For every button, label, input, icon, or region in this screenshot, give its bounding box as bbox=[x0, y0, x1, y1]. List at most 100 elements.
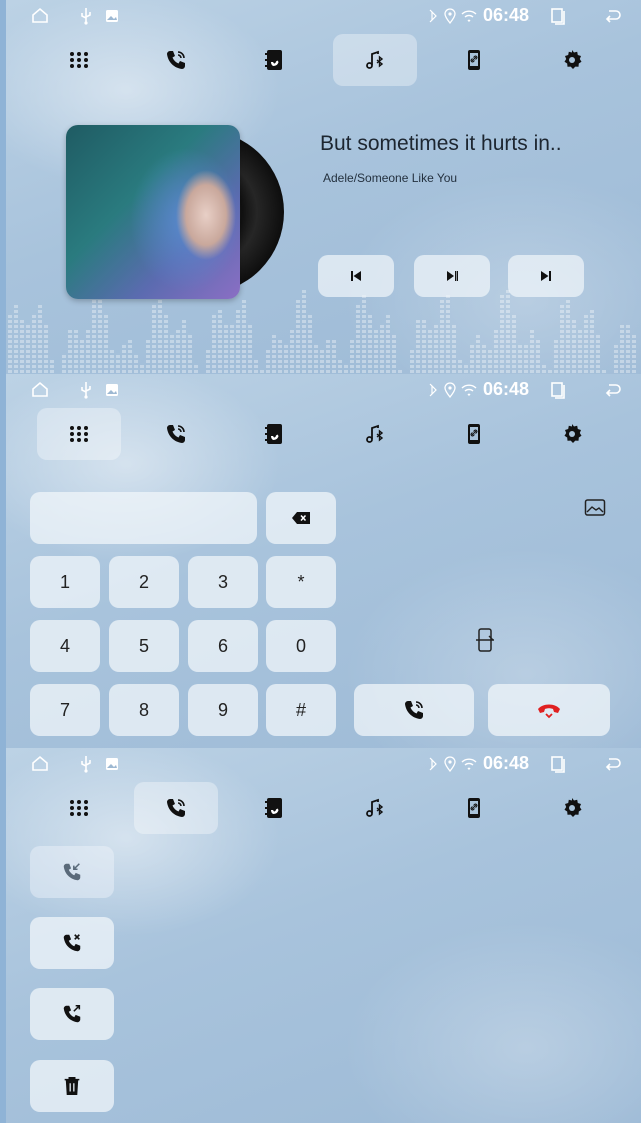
phone-link-icon bbox=[468, 424, 480, 444]
gallery-icon bbox=[106, 758, 118, 770]
dial-number-field[interactable] bbox=[30, 492, 257, 544]
previous-button[interactable] bbox=[318, 255, 394, 297]
key-6[interactable]: 6 bbox=[188, 620, 258, 672]
bluetooth-music-icon bbox=[366, 798, 384, 817]
contacts-book-icon bbox=[265, 50, 282, 70]
previous-icon bbox=[351, 271, 361, 281]
backspace-icon bbox=[292, 512, 310, 524]
tab-phone-link[interactable] bbox=[432, 34, 516, 86]
play-pause-button[interactable] bbox=[414, 255, 490, 297]
hang-up-button[interactable] bbox=[488, 684, 610, 736]
back-icon[interactable] bbox=[603, 380, 623, 400]
key-1[interactable]: 1 bbox=[30, 556, 100, 608]
gallery-icon bbox=[106, 384, 118, 396]
top-nav bbox=[6, 34, 641, 86]
missed-call-icon bbox=[63, 934, 81, 952]
gear-icon bbox=[564, 798, 582, 817]
equalizer-visualizer bbox=[8, 290, 636, 373]
key-7[interactable]: 7 bbox=[30, 684, 100, 736]
tab-dialpad[interactable] bbox=[37, 782, 121, 834]
key-3[interactable]: 3 bbox=[188, 556, 258, 608]
album-art bbox=[66, 125, 240, 299]
connectivity-icons bbox=[429, 382, 477, 398]
song-artist-album: Adele/Someone Like You bbox=[323, 171, 458, 185]
gear-icon bbox=[564, 424, 582, 443]
bt-music-panel: 06:48 But sometimes it hurts in.. Adele/… bbox=[6, 0, 641, 374]
home-outline-icon[interactable] bbox=[30, 754, 50, 774]
tab-phone-link[interactable] bbox=[432, 782, 516, 834]
tab-settings[interactable] bbox=[530, 34, 614, 86]
phone-call-icon bbox=[167, 51, 185, 69]
phone-transfer-icon[interactable] bbox=[474, 627, 496, 653]
contacts-book-icon bbox=[265, 424, 282, 444]
outgoing-call-icon bbox=[63, 1004, 81, 1023]
dialpad-icon bbox=[70, 800, 88, 816]
play-pause-icon bbox=[447, 271, 458, 281]
key-2[interactable]: 2 bbox=[109, 556, 179, 608]
image-icon[interactable] bbox=[584, 498, 606, 518]
home-outline-icon[interactable] bbox=[30, 380, 50, 400]
tab-contacts[interactable] bbox=[232, 34, 316, 86]
status-bar: 06:48 bbox=[6, 374, 641, 408]
incoming-call-icon bbox=[63, 863, 81, 881]
top-nav bbox=[6, 782, 641, 834]
key-0[interactable]: 0 bbox=[266, 620, 336, 672]
home-outline-icon[interactable] bbox=[30, 6, 50, 26]
bluetooth-music-icon bbox=[366, 424, 384, 443]
missed-calls-filter[interactable] bbox=[30, 917, 114, 969]
outgoing-calls-filter[interactable] bbox=[30, 988, 114, 1040]
call-button[interactable] bbox=[354, 684, 474, 736]
contacts-book-icon bbox=[265, 798, 282, 818]
back-icon[interactable] bbox=[603, 6, 623, 26]
top-nav bbox=[6, 408, 641, 460]
tab-calls[interactable] bbox=[134, 782, 218, 834]
phone-call-icon bbox=[167, 799, 185, 817]
song-title: But sometimes it hurts in.. bbox=[320, 132, 562, 155]
status-bar: 06:48 bbox=[6, 748, 641, 782]
recent-apps-icon[interactable] bbox=[548, 6, 568, 26]
key-star[interactable]: * bbox=[266, 556, 336, 608]
tab-settings[interactable] bbox=[530, 782, 614, 834]
key-8[interactable]: 8 bbox=[109, 684, 179, 736]
gear-icon bbox=[564, 50, 582, 69]
status-bar: 06:48 bbox=[6, 0, 641, 34]
incoming-calls-filter[interactable] bbox=[30, 846, 114, 898]
connectivity-icons bbox=[429, 8, 477, 24]
dialpad-icon bbox=[70, 426, 88, 442]
next-button[interactable] bbox=[508, 255, 584, 297]
hang-up-icon bbox=[538, 704, 560, 719]
back-icon[interactable] bbox=[603, 754, 623, 774]
key-4[interactable]: 4 bbox=[30, 620, 100, 672]
gallery-icon bbox=[106, 10, 118, 22]
usb-icon bbox=[81, 8, 91, 25]
next-icon bbox=[541, 271, 551, 281]
tab-contacts[interactable] bbox=[232, 408, 316, 460]
clock: 06:48 bbox=[483, 379, 530, 399]
trash-icon bbox=[64, 1077, 80, 1095]
tab-bt-music[interactable] bbox=[333, 34, 417, 86]
dialpad-icon bbox=[70, 52, 88, 68]
tab-contacts[interactable] bbox=[232, 782, 316, 834]
key-9[interactable]: 9 bbox=[188, 684, 258, 736]
tab-calls[interactable] bbox=[134, 34, 218, 86]
clock: 06:48 bbox=[483, 753, 530, 773]
phone-call-icon bbox=[167, 425, 185, 443]
tab-dialpad[interactable] bbox=[37, 408, 121, 460]
connectivity-icons bbox=[429, 756, 477, 772]
phone-call-icon bbox=[405, 701, 423, 719]
usb-icon bbox=[81, 756, 91, 773]
tab-settings[interactable] bbox=[530, 408, 614, 460]
tab-dialpad[interactable] bbox=[37, 34, 121, 86]
backspace-button[interactable] bbox=[266, 492, 336, 544]
phone-link-icon bbox=[468, 50, 480, 70]
key-hash[interactable]: # bbox=[266, 684, 336, 736]
delete-calls-button[interactable] bbox=[30, 1060, 114, 1112]
tab-bt-music[interactable] bbox=[333, 408, 417, 460]
tab-phone-link[interactable] bbox=[432, 408, 516, 460]
tab-calls[interactable] bbox=[134, 408, 218, 460]
usb-icon bbox=[81, 382, 91, 399]
recent-apps-icon[interactable] bbox=[548, 380, 568, 400]
tab-bt-music[interactable] bbox=[333, 782, 417, 834]
recent-apps-icon[interactable] bbox=[548, 754, 568, 774]
key-5[interactable]: 5 bbox=[109, 620, 179, 672]
